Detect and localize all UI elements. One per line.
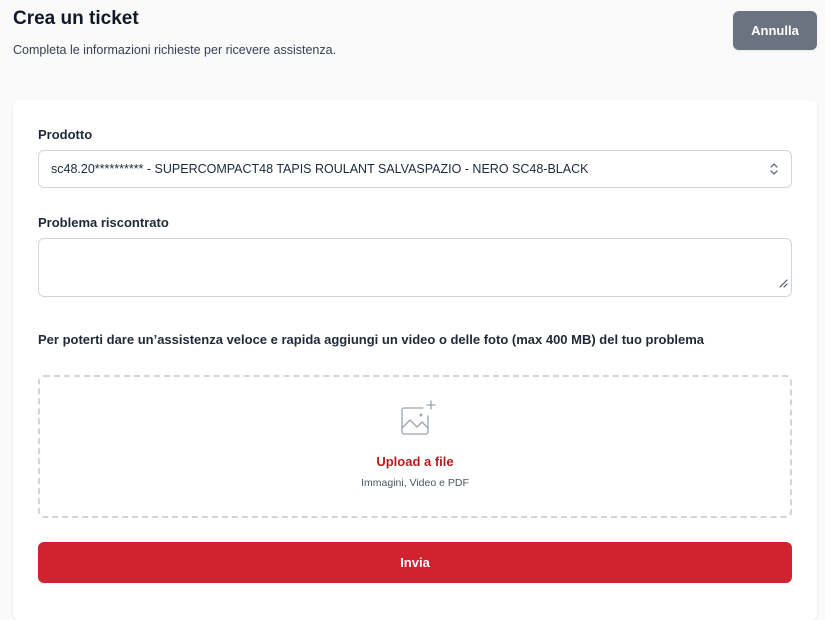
page-subtitle: Completa le informazioni richieste per r… [13,43,337,57]
ticket-form-card: Prodotto sc48.20********** - SUPERCOMPAC… [13,100,817,620]
upload-dropzone[interactable]: Upload a file Immagini, Video e PDF [38,375,792,518]
image-add-icon [397,399,437,444]
upload-hint: Per poterti dare un’assistenza veloce e … [38,332,705,347]
resize-grip-icon[interactable] [778,275,788,293]
product-label: Prodotto [38,127,93,142]
cancel-button[interactable]: Annulla [733,11,817,50]
upload-subtext: Immagini, Video e PDF [361,477,469,489]
problem-label: Problema riscontrato [38,215,169,230]
product-select[interactable]: sc48.20********** - SUPERCOMPACT48 TAPIS… [38,150,792,188]
upload-file-link[interactable]: Upload a file [40,454,790,470]
page-title: Crea un ticket [13,8,139,29]
submit-button[interactable]: Invia [38,542,792,583]
page-header: Crea un ticket Completa le informazioni … [13,7,817,67]
chevron-up-down-icon [769,161,779,182]
problem-textarea[interactable] [38,238,792,297]
product-select-value: sc48.20********** - SUPERCOMPACT48 TAPIS… [51,162,589,176]
